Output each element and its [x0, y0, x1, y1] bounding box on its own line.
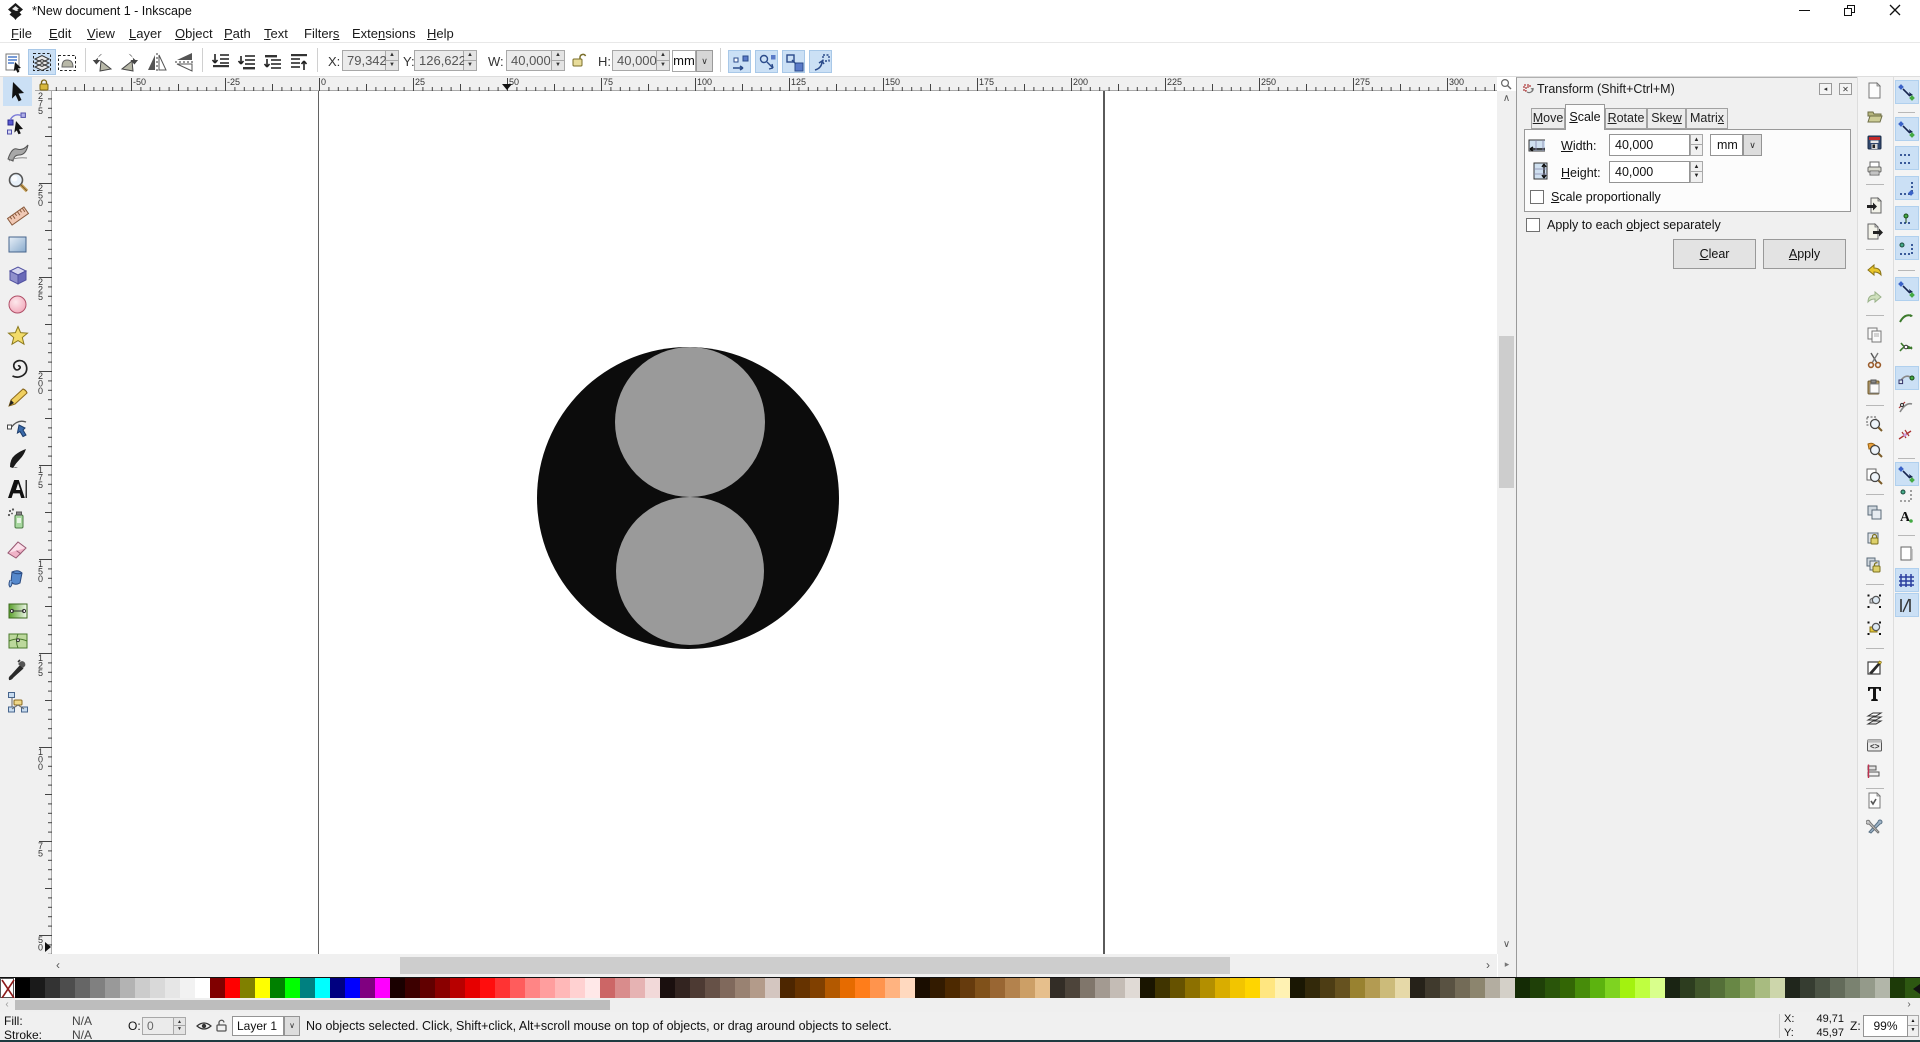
svg-text:250: 250 — [1261, 77, 1276, 87]
svg-text:0: 0 — [38, 198, 43, 208]
svg-text:5: 5 — [38, 480, 43, 490]
svg-text:0: 0 — [38, 762, 43, 772]
svg-text:-50: -50 — [133, 77, 146, 87]
svg-text:0: 0 — [38, 386, 43, 396]
svg-text:5: 5 — [38, 668, 43, 678]
svg-text:5: 5 — [38, 106, 43, 116]
svg-text:175: 175 — [979, 77, 994, 87]
svg-text:0: 0 — [321, 77, 326, 87]
svg-text:5: 5 — [38, 849, 43, 859]
svg-text:275: 275 — [1355, 77, 1370, 87]
svg-text:5: 5 — [38, 292, 43, 302]
svg-text:0: 0 — [38, 943, 43, 953]
svg-text:<>: <> — [1870, 743, 1880, 752]
svg-text:75: 75 — [603, 77, 613, 87]
svg-text:0: 0 — [38, 574, 43, 584]
svg-text:125: 125 — [791, 77, 806, 87]
svg-text:225: 225 — [1167, 77, 1182, 87]
svg-text:200: 200 — [1073, 77, 1088, 87]
svg-text:-25: -25 — [227, 77, 240, 87]
svg-text:A: A — [1900, 510, 1911, 525]
svg-text:100: 100 — [697, 77, 712, 87]
svg-text:25: 25 — [415, 77, 425, 87]
svg-text:150: 150 — [885, 77, 900, 87]
svg-text:300: 300 — [1449, 77, 1464, 87]
